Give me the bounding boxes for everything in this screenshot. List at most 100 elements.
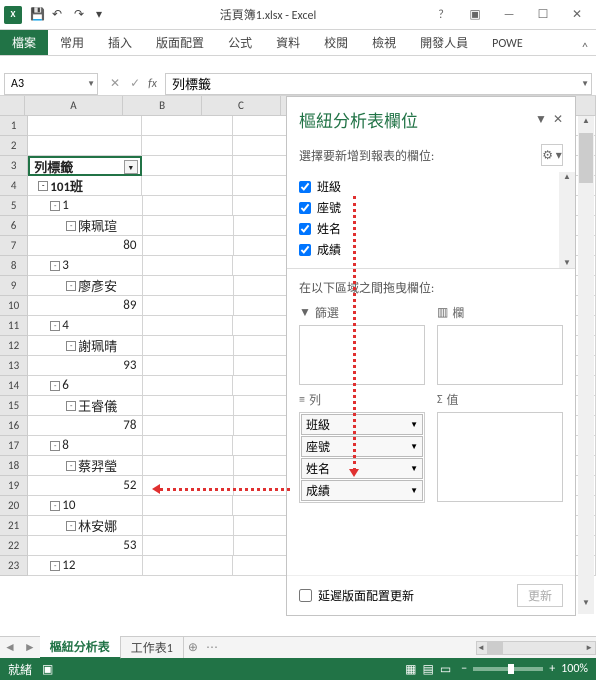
expand-collapse-icon[interactable]: - xyxy=(38,181,48,191)
expand-collapse-icon[interactable]: - xyxy=(50,501,60,511)
cell[interactable] xyxy=(143,556,234,576)
cell[interactable]: -6 xyxy=(28,376,142,396)
cell[interactable] xyxy=(143,316,234,336)
cell[interactable] xyxy=(142,156,233,176)
cell[interactable] xyxy=(143,436,234,456)
field-checkbox[interactable] xyxy=(299,202,311,214)
row-header[interactable]: 22 xyxy=(0,536,28,556)
defer-checkbox[interactable] xyxy=(299,589,312,602)
cell[interactable]: 53 xyxy=(28,536,143,556)
cell[interactable]: -10 xyxy=(28,496,142,516)
row-header[interactable]: 15 xyxy=(0,396,28,416)
cell[interactable]: -陳珮瑄 xyxy=(28,216,143,236)
row-header[interactable]: 21 xyxy=(0,516,28,536)
row-header[interactable]: 6 xyxy=(0,216,28,236)
cell[interactable] xyxy=(143,256,234,276)
cell[interactable] xyxy=(143,496,234,516)
row-header[interactable]: 3 xyxy=(0,156,28,176)
row-header[interactable]: 10 xyxy=(0,296,28,316)
row-header[interactable]: 19 xyxy=(0,476,28,496)
expand-collapse-icon[interactable]: - xyxy=(66,401,76,411)
enter-icon[interactable]: ✓ xyxy=(130,76,140,91)
row-header[interactable]: 18 xyxy=(0,456,28,476)
row-header[interactable]: 7 xyxy=(0,236,28,256)
select-all-corner[interactable] xyxy=(0,96,25,115)
update-button[interactable]: 更新 xyxy=(517,584,563,607)
fx-icon[interactable]: fx xyxy=(148,77,157,91)
cell[interactable]: -8 xyxy=(28,436,142,456)
name-box[interactable]: A3 ▼ xyxy=(4,73,98,95)
chevron-down-icon[interactable]: ▼ xyxy=(410,420,418,430)
ribbon-options-icon[interactable]: ▣ xyxy=(460,3,490,27)
zoom-in-icon[interactable]: + xyxy=(549,662,555,676)
cell[interactable]: -1 xyxy=(28,196,142,216)
tab-review[interactable]: 校閱 xyxy=(312,30,360,55)
row-header[interactable]: 1 xyxy=(0,116,28,136)
expand-collapse-icon[interactable]: - xyxy=(66,281,76,291)
tab-powerpivot[interactable]: POWE xyxy=(480,33,535,55)
row-header[interactable]: 23 xyxy=(0,556,28,576)
cell[interactable] xyxy=(142,136,233,156)
expand-collapse-icon[interactable]: - xyxy=(50,441,60,451)
filter-drop-box[interactable] xyxy=(299,325,425,385)
tab-home[interactable]: 常用 xyxy=(48,30,96,55)
tab-formulas[interactable]: 公式 xyxy=(216,30,264,55)
sheet-tab-sheet1[interactable]: 工作表1 xyxy=(121,637,184,658)
row-field-item[interactable]: 班級▼ xyxy=(301,414,423,435)
field-checkbox[interactable] xyxy=(299,181,311,193)
row-header[interactable]: 20 xyxy=(0,496,28,516)
chevron-down-icon[interactable]: ▼ xyxy=(410,486,418,496)
cell[interactable] xyxy=(143,296,234,316)
row-header[interactable]: 11 xyxy=(0,316,28,336)
cell[interactable] xyxy=(142,176,233,196)
tab-developer[interactable]: 開發人員 xyxy=(408,30,480,55)
name-box-dropdown-icon[interactable]: ▼ xyxy=(87,79,95,89)
row-header[interactable]: 16 xyxy=(0,416,28,436)
cell[interactable]: 78 xyxy=(28,416,143,436)
expand-collapse-icon[interactable]: - xyxy=(50,261,60,271)
cell[interactable]: 80 xyxy=(28,236,143,256)
field-list-scrollbar[interactable]: ▲▼ xyxy=(559,172,575,268)
cell[interactable]: 93 xyxy=(28,356,143,376)
cell[interactable] xyxy=(143,456,234,476)
expand-collapse-icon[interactable]: - xyxy=(66,221,76,231)
cell[interactable]: -蔡羿瑩 xyxy=(28,456,143,476)
chevron-down-icon[interactable]: ▼ xyxy=(410,464,418,474)
formula-input[interactable]: 列標籤 ▼ xyxy=(165,73,592,95)
cell[interactable]: 列標籤▼ xyxy=(28,156,142,176)
expand-collapse-icon[interactable]: - xyxy=(50,321,60,331)
help-button[interactable]: ? xyxy=(426,3,456,27)
row-field-item[interactable]: 成績▼ xyxy=(301,480,423,501)
cell[interactable] xyxy=(143,396,234,416)
col-header-A[interactable]: A xyxy=(25,96,123,115)
cell[interactable] xyxy=(28,116,141,136)
macro-record-icon[interactable]: ▣ xyxy=(42,662,53,677)
field-item[interactable]: 姓名 xyxy=(299,218,563,239)
field-item[interactable]: 成績 xyxy=(299,239,563,260)
cell[interactable]: 52 xyxy=(28,476,143,496)
cell[interactable]: -12 xyxy=(28,556,142,576)
row-field-item[interactable]: 姓名▼ xyxy=(301,458,423,479)
field-item[interactable]: 座號 xyxy=(299,197,563,218)
cell[interactable] xyxy=(143,276,234,296)
zoom-slider[interactable] xyxy=(473,667,543,671)
row-header[interactable]: 12 xyxy=(0,336,28,356)
row-header[interactable]: 8 xyxy=(0,256,28,276)
cell[interactable]: -廖彥安 xyxy=(28,276,143,296)
cell[interactable] xyxy=(143,196,234,216)
tab-file[interactable]: 檔案 xyxy=(0,30,48,55)
tab-page-layout[interactable]: 版面配置 xyxy=(144,30,216,55)
tab-insert[interactable]: 插入 xyxy=(96,30,144,55)
cell[interactable]: -王睿儀 xyxy=(28,396,143,416)
undo-icon[interactable]: ↶ xyxy=(52,8,66,22)
cell[interactable] xyxy=(143,376,234,396)
cell[interactable] xyxy=(143,236,234,256)
pivot-filter-dropdown-icon[interactable]: ▼ xyxy=(124,160,138,174)
field-item[interactable]: 班級 xyxy=(299,176,563,197)
zoom-out-icon[interactable]: − xyxy=(461,662,467,676)
cell[interactable] xyxy=(143,336,234,356)
gear-icon[interactable]: ⚙ ▾ xyxy=(541,144,563,166)
close-button[interactable]: ✕ xyxy=(562,3,592,27)
expand-collapse-icon[interactable]: - xyxy=(50,381,60,391)
horizontal-scrollbar[interactable]: ◄► xyxy=(476,641,596,655)
